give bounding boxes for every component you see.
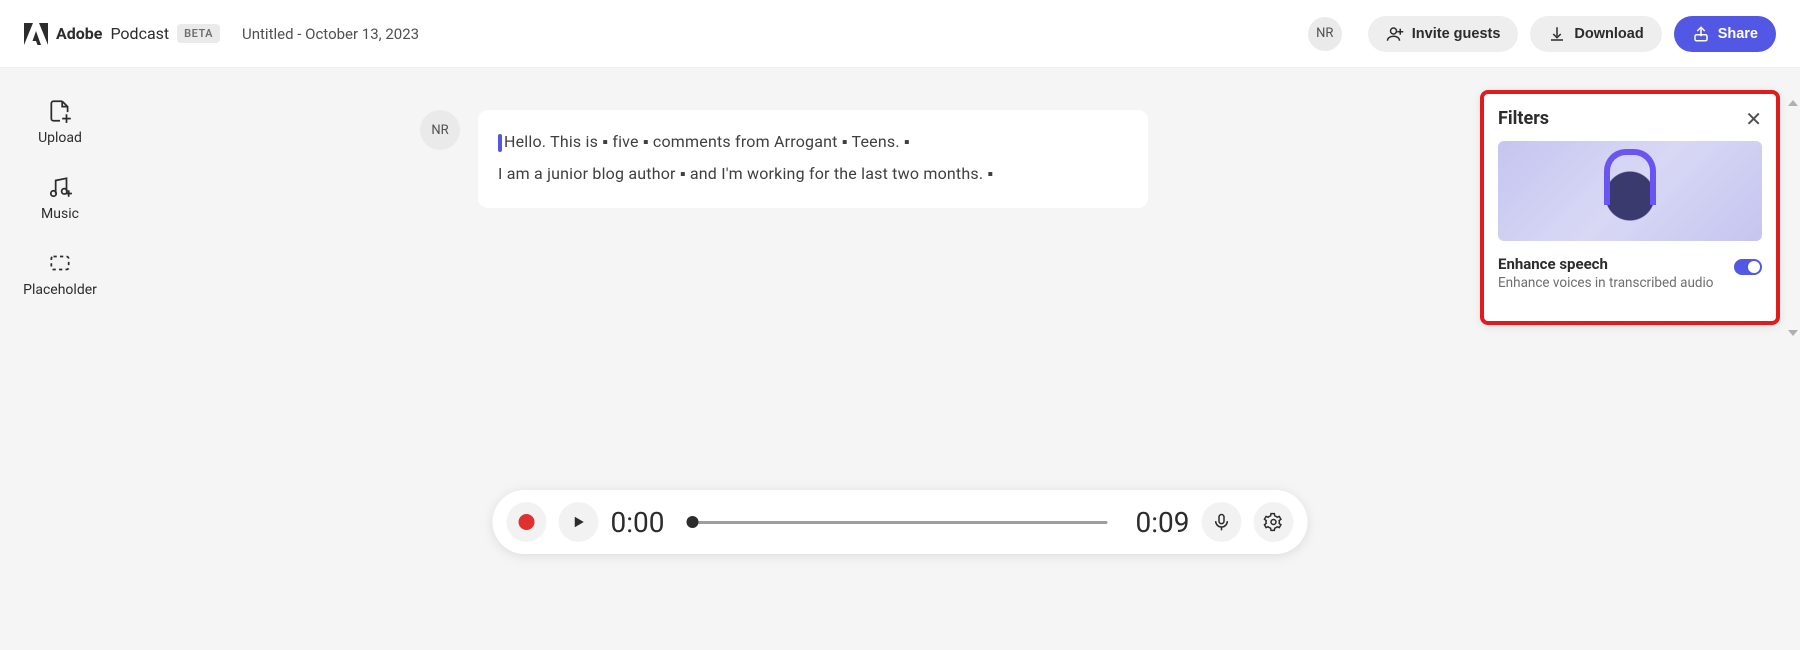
sidebar-item-music[interactable]: Music <box>41 174 79 222</box>
play-icon <box>570 513 588 531</box>
adobe-logo-icon <box>24 23 48 45</box>
invite-label: Invite guests <box>1412 26 1501 42</box>
sidebar-item-placeholder[interactable]: Placeholder <box>23 250 97 298</box>
share-icon <box>1692 25 1710 43</box>
brand-strong: Adobe <box>56 24 102 43</box>
filters-panel: Filters ✕ Enhance speech Enhance voices … <box>1480 90 1780 325</box>
transcript-line-2: I am a junior blog author ▪ and I'm work… <box>498 164 993 183</box>
speaker-avatar[interactable]: NR <box>420 110 460 150</box>
user-avatar[interactable]: NR <box>1308 17 1342 51</box>
enhance-speech-row: Enhance speech Enhance voices in transcr… <box>1498 255 1762 291</box>
transcript-line-1: Hello. This is ▪ five ▪ comments from Ar… <box>504 132 910 151</box>
invite-guests-button[interactable]: Invite guests <box>1368 16 1519 52</box>
sidebar-upload-label: Upload <box>38 130 82 146</box>
play-button[interactable] <box>559 502 599 542</box>
record-icon <box>519 514 535 530</box>
gear-icon <box>1264 512 1284 532</box>
mic-button[interactable] <box>1202 502 1242 542</box>
enhance-speech-toggle[interactable] <box>1734 259 1762 275</box>
upload-icon <box>47 98 73 124</box>
beta-badge: BETA <box>177 24 220 43</box>
transcript-box[interactable]: Hello. This is ▪ five ▪ comments from Ar… <box>478 110 1148 208</box>
enhance-speech-desc: Enhance voices in transcribed audio <box>1498 275 1714 291</box>
download-button[interactable]: Download <box>1530 16 1661 52</box>
header-bar: Adobe Podcast BETA Untitled - October 13… <box>0 0 1800 68</box>
current-time: 0:00 <box>611 506 681 539</box>
invite-icon <box>1386 25 1404 43</box>
timeline-handle[interactable] <box>687 516 699 528</box>
scroll-up-icon[interactable] <box>1788 100 1798 106</box>
settings-button[interactable] <box>1254 502 1294 542</box>
enhance-speech-illustration <box>1498 141 1762 241</box>
filters-header: Filters ✕ <box>1498 108 1762 129</box>
music-icon <box>47 174 73 200</box>
download-label: Download <box>1574 26 1643 42</box>
document-title[interactable]: Untitled - October 13, 2023 <box>242 25 419 43</box>
sidebar: Upload Music Placeholder <box>0 68 120 298</box>
timeline-track[interactable] <box>693 521 1108 524</box>
share-label: Share <box>1718 26 1758 42</box>
text-cursor <box>498 134 502 152</box>
placeholder-icon <box>47 250 73 276</box>
sidebar-item-upload[interactable]: Upload <box>38 98 82 146</box>
scroll-down-icon[interactable] <box>1788 330 1798 336</box>
total-time: 0:09 <box>1120 506 1190 539</box>
brand-group: Adobe Podcast BETA <box>24 23 220 45</box>
sidebar-music-label: Music <box>41 206 79 222</box>
brand-light: Podcast <box>110 24 169 43</box>
download-icon <box>1548 25 1566 43</box>
sidebar-placeholder-label: Placeholder <box>23 282 97 298</box>
microphone-icon <box>1212 512 1232 532</box>
filters-title: Filters <box>1498 108 1549 129</box>
share-button[interactable]: Share <box>1674 16 1776 52</box>
close-icon[interactable]: ✕ <box>1745 109 1762 129</box>
transcript-area: NR Hello. This is ▪ five ▪ comments from… <box>420 110 1148 208</box>
record-button[interactable] <box>507 502 547 542</box>
enhance-speech-label: Enhance speech <box>1498 255 1714 273</box>
player-bar: 0:00 0:09 <box>493 490 1308 554</box>
